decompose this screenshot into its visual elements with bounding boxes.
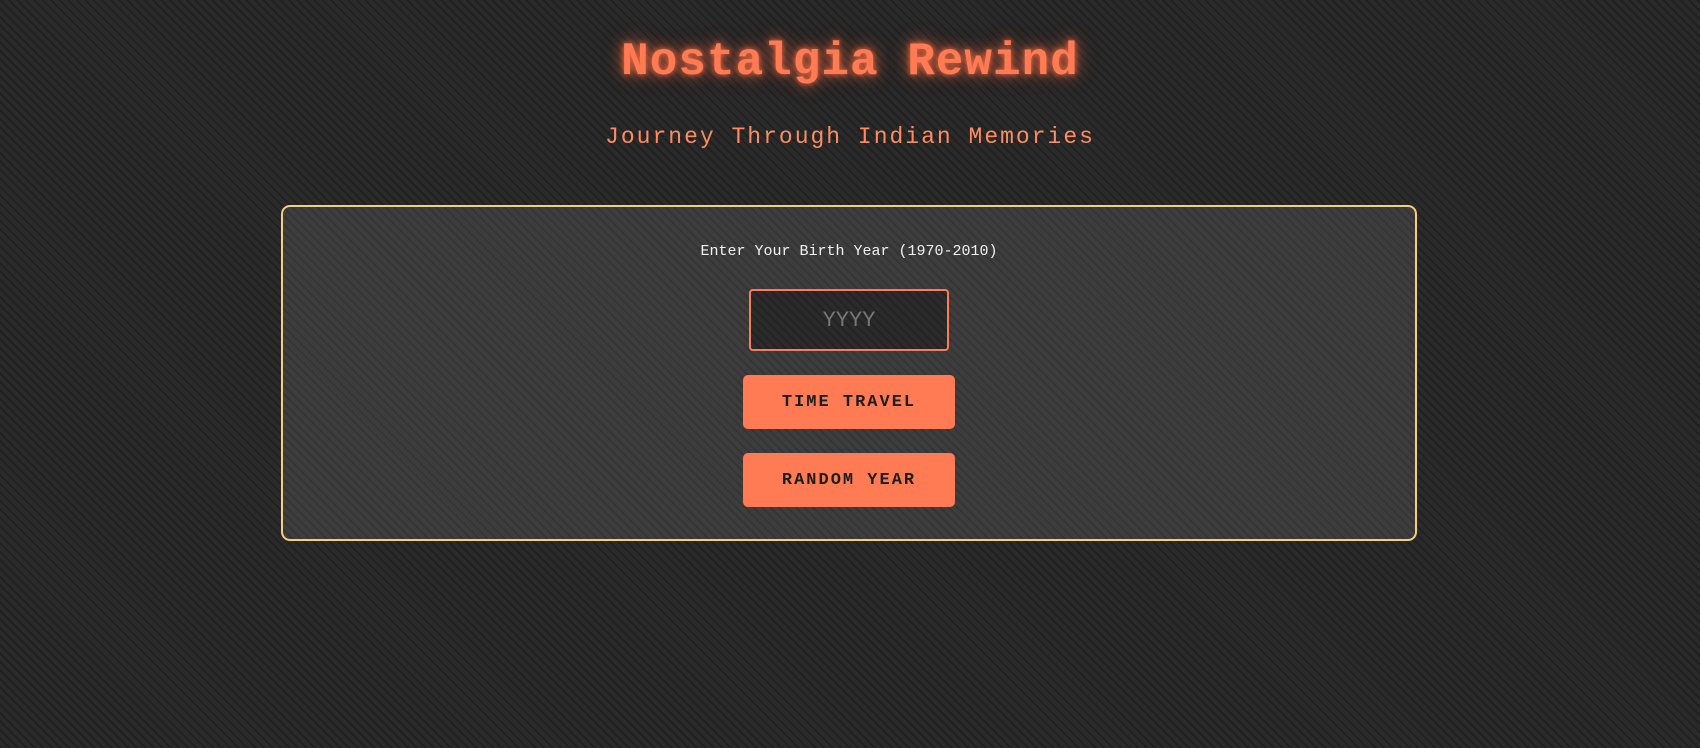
birth-year-label: Enter Your Birth Year (1970-2010) bbox=[700, 243, 998, 260]
time-travel-button[interactable]: TIME TRAVEL bbox=[743, 375, 955, 429]
birth-year-panel: Enter Your Birth Year (1970-2010) TIME T… bbox=[281, 205, 1417, 541]
random-year-button[interactable]: RANDOM YEAR bbox=[743, 453, 955, 507]
birth-year-input[interactable] bbox=[749, 289, 949, 351]
page-subtitle: Journey Through Indian Memories bbox=[605, 124, 1095, 150]
page-title: Nostalgia Rewind bbox=[621, 36, 1079, 88]
